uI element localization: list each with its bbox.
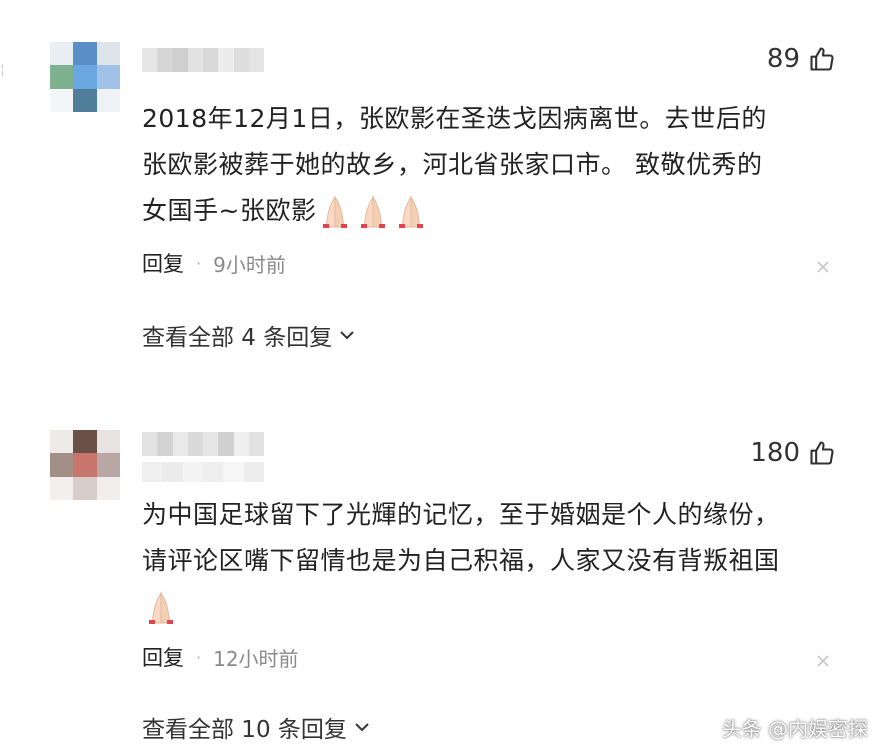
comment-line: 为中国足球留下了光輝的记忆，至于婚姻是个人的缘份， xyxy=(142,500,780,529)
comment-meta: 回复 · 12小时前 xyxy=(142,642,299,672)
pray-icon xyxy=(323,195,348,228)
username-blurred-secondary xyxy=(142,462,264,482)
timestamp: 9小时前 xyxy=(213,252,286,277)
thumb-up-icon xyxy=(810,47,834,71)
avatar[interactable] xyxy=(50,42,120,112)
comment-line: 请评论区嘴下留情也是为自己积福，人家又没有背叛祖国 xyxy=(142,546,780,575)
avatar[interactable] xyxy=(50,430,120,500)
comment-item: 89 2018年12月1日，张欧影在圣迭戈因病离世。去世后的 张欧影被葬于她的故… xyxy=(0,0,888,400)
view-replies-button[interactable]: 查看全部 4 条回复 xyxy=(142,318,356,352)
separator: · xyxy=(196,647,202,667)
reaction-emojis xyxy=(142,591,180,625)
comment-text: 为中国足球留下了光輝的记忆，至于婚姻是个人的缘份， 请评论区嘴下留情也是为自己积… xyxy=(142,492,842,630)
reply-button[interactable]: 回复 xyxy=(142,248,184,278)
comment-line xyxy=(142,584,842,630)
pray-icon xyxy=(149,591,173,624)
chevron-down-icon xyxy=(340,331,354,340)
pray-icon xyxy=(361,195,386,228)
comment-line-text: 女国手~张欧影 xyxy=(142,196,317,225)
comment-line: 张欧影被葬于她的故乡，河北省张家口市。 致敬优秀的 xyxy=(142,150,763,179)
like-count: 180 xyxy=(750,438,800,468)
pray-icon xyxy=(399,195,424,228)
timestamp: 12小时前 xyxy=(213,646,299,671)
comment-line: 女国手~张欧影 xyxy=(142,188,842,234)
comment-meta: 回复 · 9小时前 xyxy=(142,248,286,278)
separator: · xyxy=(196,253,202,273)
comment-item: 180 为中国足球留下了光輝的记忆，至于婚姻是个人的缘份， 请评论区嘴下留情也是… xyxy=(0,418,888,756)
close-icon[interactable] xyxy=(814,258,832,276)
view-replies-label: 查看全部 10 条回复 xyxy=(142,717,347,743)
thumb-up-icon xyxy=(810,441,834,465)
reaction-emojis xyxy=(316,195,430,229)
close-icon[interactable] xyxy=(814,652,832,670)
reply-button[interactable]: 回复 xyxy=(142,642,184,672)
like-count: 89 xyxy=(766,44,800,74)
username-blurred[interactable] xyxy=(142,48,264,72)
chevron-down-icon xyxy=(355,723,369,732)
like-button[interactable]: 89 xyxy=(767,44,836,74)
username-blurred[interactable] xyxy=(142,432,264,456)
comment-text: 2018年12月1日，张欧影在圣迭戈因病离世。去世后的 张欧影被葬于她的故乡，河… xyxy=(142,96,842,234)
like-button[interactable]: 180 xyxy=(750,438,836,468)
view-replies-button[interactable]: 查看全部 10 条回复 xyxy=(142,710,371,744)
comment-line: 2018年12月1日，张欧影在圣迭戈因病离世。去世后的 xyxy=(142,104,767,133)
view-replies-label: 查看全部 4 条回复 xyxy=(142,325,333,351)
watermark: 头条 @内娱密探 xyxy=(721,717,868,741)
comment-list: ¦ 89 2018年12月1日，张欧影在圣迭戈因病离世。去世后的 张欧影被葬于她… xyxy=(0,0,888,756)
